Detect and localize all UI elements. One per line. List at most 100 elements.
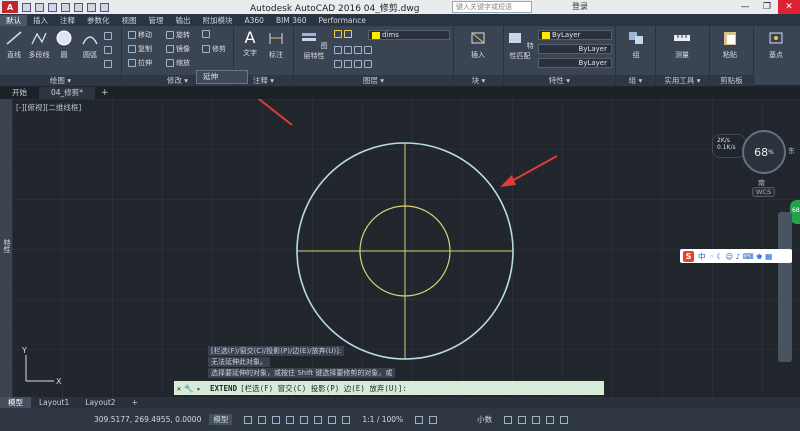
layer-properties-button[interactable]: 图层特性 (300, 30, 328, 61)
tab-bim360[interactable]: BIM 360 (270, 15, 313, 26)
polar-toggle-icon[interactable] (286, 415, 295, 424)
tab-performance[interactable]: Performance (312, 15, 372, 26)
save-icon[interactable] (48, 2, 57, 12)
coordinate-readout[interactable]: 309.5177, 269.4955, 0.0000 (94, 415, 201, 424)
match-properties-button[interactable]: 特性匹配 (506, 30, 534, 61)
new-layout-button[interactable]: + (124, 397, 146, 408)
snap-toggle-icon[interactable] (258, 415, 267, 424)
clean-screen-icon[interactable] (546, 415, 555, 424)
tab-model[interactable]: 模型 (0, 397, 31, 408)
wcs-menu[interactable]: WCS (752, 187, 776, 197)
new-tab-button[interactable]: + (95, 87, 115, 99)
line-tool-button[interactable]: 直线 (2, 30, 26, 60)
tab-default[interactable]: 默认 (0, 15, 27, 26)
sogou-logo-icon[interactable]: S (683, 250, 694, 262)
clipboard-panel-title[interactable]: 剪贴板 (710, 75, 753, 86)
command-customize-icon[interactable]: 🔧 (184, 384, 194, 393)
insert-block-button[interactable]: 插入 (466, 30, 490, 60)
ime-mode[interactable]: 中 (698, 251, 706, 262)
tab-annotate[interactable]: 注释 (54, 15, 81, 26)
color-dropdown[interactable]: ByLayer (538, 30, 612, 40)
redo-icon[interactable] (100, 2, 109, 12)
print-icon[interactable] (74, 2, 83, 12)
tab-insert[interactable]: 插入 (27, 15, 54, 26)
layer-dropdown[interactable]: dims (368, 30, 450, 40)
tab-start[interactable]: 开始 (0, 87, 39, 99)
groups-panel-title[interactable]: 组 ▾ (616, 75, 655, 86)
draw-extra-icon-2[interactable] (104, 46, 112, 54)
command-line[interactable]: ✕ 🔧 ▸ EXTEND [栏选(F) 窗交(C) 投影(P) 边(E) 放弃(… (174, 381, 604, 395)
undo-icon[interactable] (87, 2, 96, 12)
tab-parametric[interactable]: 参数化 (81, 15, 116, 26)
transparency-toggle-icon[interactable] (342, 415, 351, 424)
text-tool-button[interactable]: A 文字 (238, 30, 262, 58)
move-button[interactable]: 移动 (128, 30, 152, 40)
trim-button[interactable] (202, 30, 210, 38)
lineweight-toggle-icon[interactable] (328, 415, 337, 424)
block-panel-title[interactable]: 块 ▾ (454, 75, 503, 86)
new-file-icon[interactable] (22, 2, 31, 12)
base-point-button[interactable]: 基点 (764, 30, 788, 60)
command-options[interactable]: [栏选(F) 窗交(C) 投影(P) 边(E) 放弃(U)]: (240, 383, 407, 394)
compass-east[interactable]: 东 (788, 146, 795, 156)
arc-tool-button[interactable]: 圆弧 (78, 30, 102, 60)
command-close-icon[interactable]: ✕ (174, 384, 184, 393)
dimension-tool-button[interactable]: 标注 (264, 30, 288, 60)
tab-drawing-04[interactable]: 04_修剪* (39, 87, 96, 99)
trim-text-button[interactable]: 修剪 (202, 44, 226, 54)
draw-panel-title[interactable]: 绘图 ▾ (0, 75, 121, 86)
copy-button[interactable]: 复制 (128, 44, 152, 54)
annotation-scale[interactable]: 1:1 / 100% (362, 415, 403, 424)
navigation-bar[interactable] (778, 212, 792, 362)
layer-state-icons[interactable] (334, 30, 352, 38)
group-button[interactable]: 组 (624, 30, 648, 60)
minimize-button[interactable]: — (734, 0, 756, 14)
draw-extra-icon-3[interactable] (104, 60, 112, 68)
circle-tool-button[interactable]: 圆 (52, 30, 76, 60)
tab-addins[interactable]: 附加模块 (197, 15, 239, 26)
viewcube[interactable]: 68% (742, 130, 786, 174)
tab-a360[interactable]: A360 (239, 15, 270, 26)
layers-panel-title[interactable]: 图层 ▾ (294, 75, 453, 86)
isolate-objects-icon[interactable] (518, 415, 527, 424)
units-selector[interactable]: 小数 (477, 414, 492, 425)
search-input[interactable]: 键入关键字或短语 (452, 1, 532, 13)
tab-output[interactable]: 输出 (170, 15, 197, 26)
save-as-icon[interactable] (61, 2, 70, 12)
osnap-toggle-icon[interactable] (300, 415, 309, 424)
layer-tools-row-1[interactable] (334, 46, 372, 54)
ime-toolbar[interactable]: S 中 ◦ ☾ ☺ ♪ ⌨ ♚ ▦ (680, 249, 792, 263)
ortho-toggle-icon[interactable] (272, 415, 281, 424)
scale-button[interactable]: 缩放 (166, 58, 190, 68)
measure-button[interactable]: 测量 (670, 30, 694, 60)
mirror-button[interactable]: 镜像 (166, 44, 190, 54)
stretch-button[interactable]: 拉伸 (128, 58, 152, 68)
model-space-toggle[interactable]: 模型 (209, 414, 233, 425)
layer-tools-row-2[interactable] (334, 60, 372, 68)
open-file-icon[interactable] (35, 2, 44, 12)
close-button[interactable]: ✕ (778, 0, 800, 14)
login-link[interactable]: 登录 (572, 1, 588, 12)
plus-icon[interactable] (429, 415, 438, 424)
drawing-canvas[interactable]: Y X (12, 99, 800, 397)
extend-menu-item[interactable]: 延伸 (196, 70, 248, 84)
settings-icon[interactable] (415, 415, 424, 424)
autocad-logo-icon[interactable]: A (2, 1, 18, 13)
linetype-dropdown[interactable]: ByLayer (538, 44, 612, 54)
polyline-tool-button[interactable]: 多段线 (26, 30, 52, 60)
properties-palette-strip[interactable]: 特性 (0, 99, 12, 397)
tab-layout2[interactable]: Layout2 (77, 397, 123, 408)
viewport-controls[interactable]: [-][俯视][二维线框] (16, 102, 81, 113)
ime-tool-icons[interactable]: ◦ ☾ ☺ ♪ ⌨ ♚ ▦ (710, 252, 773, 261)
properties-panel-title[interactable]: 特性 ▾ (504, 75, 615, 86)
otrack-toggle-icon[interactable] (314, 415, 323, 424)
draw-extra-icon-1[interactable] (104, 32, 112, 40)
maximize-button[interactable]: ❐ (756, 0, 778, 14)
utilities-panel-title[interactable]: 实用工具 ▾ (656, 75, 709, 86)
tab-manage[interactable]: 管理 (143, 15, 170, 26)
customize-icon[interactable] (560, 415, 569, 424)
lineweight-dropdown[interactable]: ByLayer (538, 58, 612, 68)
quick-properties-icon[interactable] (504, 415, 513, 424)
tab-layout1[interactable]: Layout1 (31, 397, 77, 408)
paste-button[interactable]: 粘贴 (718, 30, 742, 60)
